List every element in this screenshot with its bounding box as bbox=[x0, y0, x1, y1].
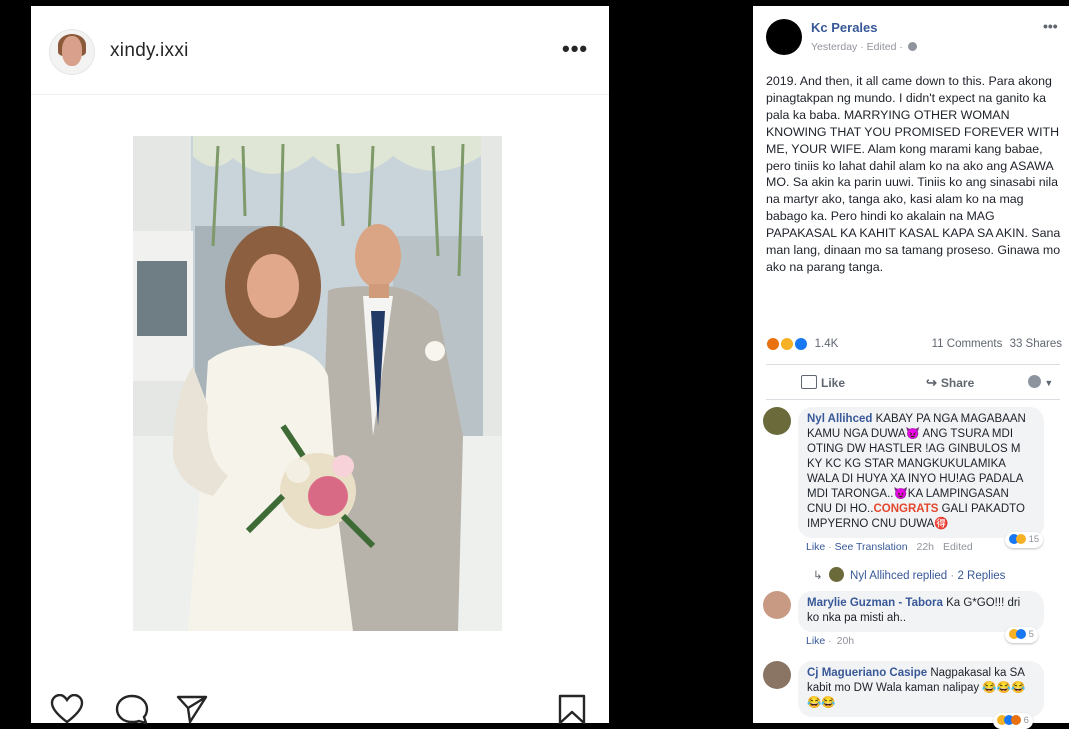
instagram-post-card: xindy.ixxi ••• bbox=[31, 6, 609, 725]
commenter-avatar[interactable] bbox=[763, 661, 791, 689]
comment-reaction-count: 6 bbox=[1023, 715, 1029, 726]
comment-reaction-count: 15 bbox=[1028, 534, 1040, 545]
chevron-down-icon: ▼ bbox=[1044, 378, 1054, 388]
shares-count[interactable]: 33 Shares bbox=[1010, 338, 1062, 350]
bookmark-icon[interactable] bbox=[555, 694, 589, 729]
comment-author[interactable]: Nyl Allihced bbox=[807, 413, 872, 425]
like-reaction-icon bbox=[794, 337, 809, 351]
like-reaction-icon bbox=[1016, 629, 1026, 640]
comment-reaction-badge[interactable]: 15 bbox=[1005, 532, 1044, 548]
comment-bubble: Nyl Allihced KABAY PA NGA MAGABAAN KAMU … bbox=[798, 407, 1044, 538]
comment-text: KABAY PA NGA MAGABAAN KAMU NGA DUWA😈 ANG… bbox=[807, 413, 1026, 515]
divider bbox=[766, 364, 1060, 365]
comment-item: Nyl Allihced KABAY PA NGA MAGABAAN KAMU … bbox=[761, 407, 1061, 557]
comment-author[interactable]: Cj Magueriano Casipe bbox=[807, 667, 927, 679]
share-arrow-icon: ↪ bbox=[926, 375, 937, 390]
thumbs-up-icon bbox=[801, 375, 817, 389]
audience-selector[interactable]: ▼ bbox=[1028, 375, 1053, 389]
engagement-counts: 11 Comments 33 Shares bbox=[932, 338, 1062, 350]
comment-bubble: Marylie Guzman - Tabora Ka G*GO!!! dri k… bbox=[798, 591, 1044, 632]
post-meta: Yesterday · Edited · bbox=[811, 41, 917, 53]
heart-icon[interactable] bbox=[50, 693, 84, 729]
user-avatar-icon bbox=[1028, 375, 1041, 388]
comment-footer: Like · 20h bbox=[806, 635, 855, 647]
share-label: Share bbox=[940, 376, 975, 390]
reply-count: 2 Replies bbox=[957, 570, 1006, 582]
author-avatar[interactable] bbox=[766, 19, 802, 55]
comment-reaction-badge[interactable]: 6 bbox=[993, 713, 1033, 729]
reactions-bar: 1.4K 11 Comments 33 Shares bbox=[766, 337, 1062, 355]
reaction-icons[interactable] bbox=[766, 337, 809, 351]
haha-reaction-icon bbox=[1016, 534, 1026, 545]
replier-avatar bbox=[828, 567, 844, 582]
reply-separator: · bbox=[950, 570, 955, 582]
more-options-icon[interactable]: ••• bbox=[1043, 18, 1058, 34]
view-replies-link[interactable]: ↳ Nyl Allihced replied · 2 Replies bbox=[813, 567, 1005, 582]
reply-author: Nyl Allihced replied bbox=[850, 570, 948, 582]
comments-count[interactable]: 11 Comments bbox=[932, 338, 1003, 350]
commenter-avatar[interactable] bbox=[763, 591, 791, 619]
sad-reaction-icon bbox=[780, 337, 795, 351]
see-translation-link[interactable]: See Translation bbox=[835, 541, 908, 553]
facebook-post-panel: Kc Perales Yesterday · Edited · ••• 2019… bbox=[753, 6, 1069, 729]
comment-highlight: CONGRATS bbox=[873, 503, 939, 515]
like-label: Like bbox=[821, 376, 846, 390]
commenter-avatar[interactable] bbox=[763, 407, 791, 435]
comment-time[interactable]: 20h bbox=[837, 635, 855, 647]
post-text: 2019. And then, it all came down to this… bbox=[766, 74, 1061, 274]
comment-item: Cj Magueriano Casipe Nagpakasal ka SA ka… bbox=[761, 661, 1061, 729]
globe-icon bbox=[907, 42, 917, 51]
like-button[interactable]: Like bbox=[801, 375, 845, 390]
profile-avatar[interactable] bbox=[49, 29, 95, 75]
comment-reaction-count: 5 bbox=[1028, 629, 1034, 640]
comment-item: Marylie Guzman - Tabora Ka G*GO!!! dri k… bbox=[761, 591, 1061, 651]
wedding-photo bbox=[133, 136, 502, 631]
comment-icon[interactable] bbox=[115, 694, 149, 729]
post-action-bar: Like ↪ Share ▼ bbox=[766, 370, 1062, 396]
comment-like-link[interactable]: Like bbox=[806, 541, 825, 553]
username[interactable]: xindy.ixxi bbox=[110, 40, 189, 62]
angry-reaction-icon bbox=[1011, 715, 1021, 726]
comment-bubble: Cj Magueriano Casipe Nagpakasal ka SA ka… bbox=[798, 661, 1044, 717]
author-name[interactable]: Kc Perales bbox=[811, 20, 878, 35]
comment-footer: Like · See Translation 22h Edited bbox=[806, 541, 973, 553]
comment-edited[interactable]: Edited bbox=[943, 541, 973, 553]
post-time[interactable]: Yesterday · Edited · bbox=[811, 41, 903, 53]
comment-time[interactable]: 22h bbox=[917, 541, 935, 553]
comment-reaction-badge[interactable]: 5 bbox=[1005, 627, 1038, 643]
angry-reaction-icon bbox=[766, 337, 780, 351]
share-direct-icon[interactable] bbox=[175, 694, 209, 729]
divider bbox=[766, 399, 1060, 400]
comment-author[interactable]: Marylie Guzman - Tabora bbox=[807, 597, 943, 609]
post-actions bbox=[45, 693, 605, 725]
comment-like-link[interactable]: Like bbox=[806, 635, 825, 647]
reply-arrow-icon: ↳ bbox=[813, 570, 823, 582]
more-options-icon[interactable]: ••• bbox=[562, 36, 588, 62]
reaction-count[interactable]: 1.4K bbox=[815, 338, 839, 350]
post-header: xindy.ixxi ••• bbox=[31, 6, 609, 95]
share-button[interactable]: ↪ Share bbox=[926, 375, 974, 391]
